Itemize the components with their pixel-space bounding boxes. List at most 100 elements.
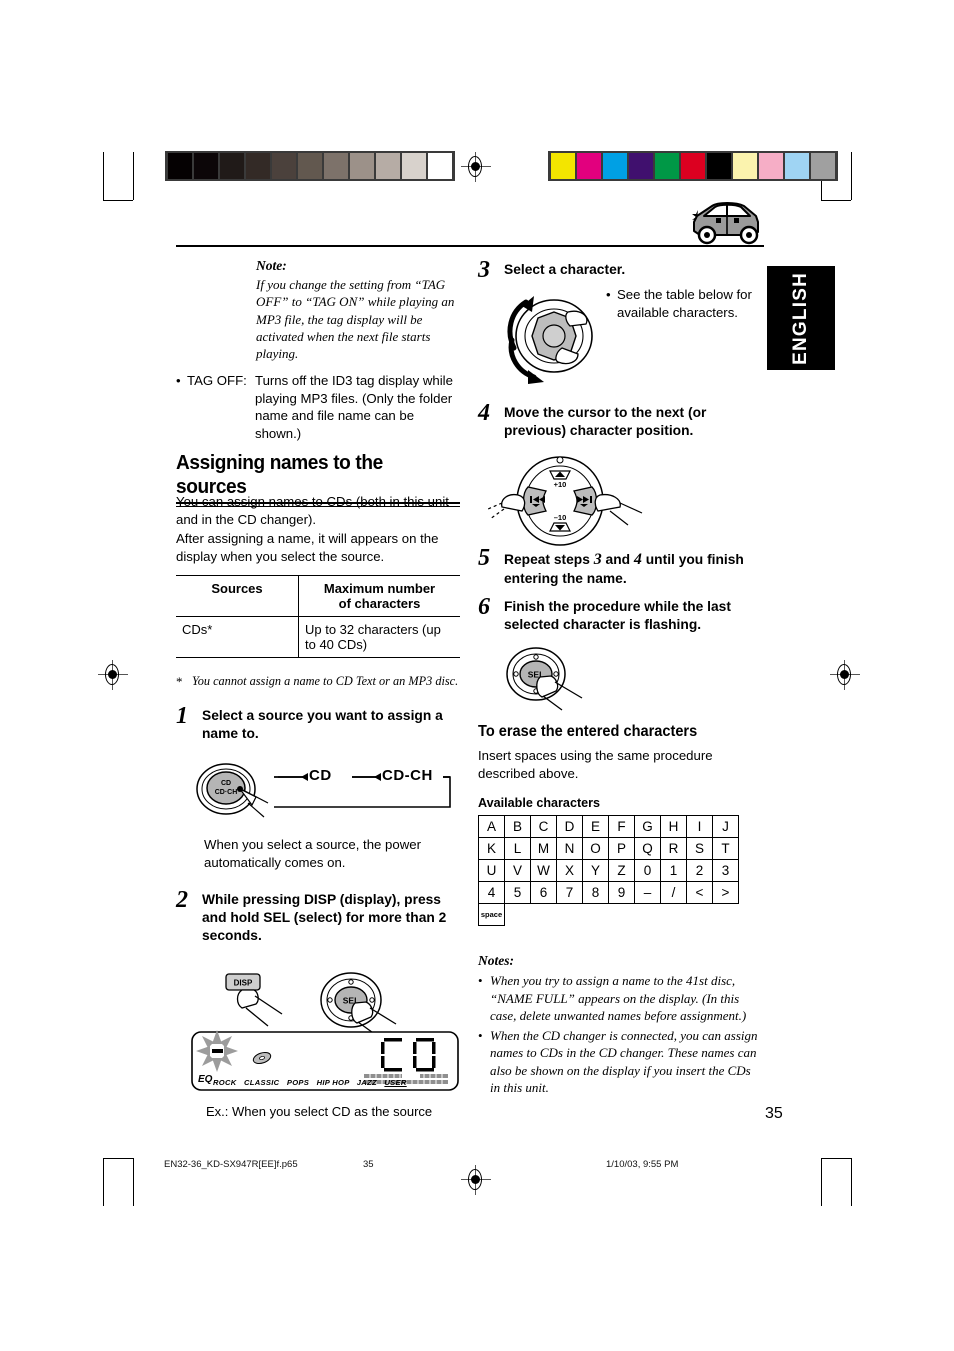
note-body: If you change the setting from “TAG OFF”… [256, 277, 455, 362]
eq-mode-jazz: JAZZ [356, 1078, 377, 1087]
eq-mode-hiphop: HIP HOP [316, 1078, 350, 1087]
grayscale-swatch-2 [220, 153, 244, 179]
table-cell-source: CDs* [176, 616, 299, 658]
crop-mark-bottom-left-outer [103, 1158, 104, 1206]
color-swatch-5 [681, 153, 705, 179]
language-tab-english: ENGLISH [767, 266, 835, 370]
footer-page: 35 [363, 1159, 374, 1170]
note-item: • When you try to assign a name to the 4… [478, 972, 762, 1025]
step-1: 1 Select a source you want to assign a n… [176, 704, 460, 743]
footnote-marker: * [176, 674, 183, 689]
char-cell: H [660, 815, 687, 838]
svg-text:+10: +10 [554, 480, 567, 489]
table-header-sources: Sources [176, 575, 299, 617]
grayscale-swatch-6 [324, 153, 348, 179]
eq-mode-pops: POPS [286, 1078, 310, 1087]
notes-section: Notes: • When you try to assign a name t… [478, 953, 762, 1097]
note-heading: Note: [256, 258, 287, 273]
char-cell: T [712, 837, 739, 860]
char-cell-empty [609, 904, 635, 926]
eq-modes: ROCK CLASSIC POPS HIP HOP JAZZ USER [213, 1078, 407, 1087]
char-cell: M [530, 837, 557, 860]
note-block: Note: If you change the setting from “TA… [256, 258, 460, 362]
char-cell: R [660, 837, 687, 860]
step-2-number: 2 [176, 887, 188, 913]
color-swatch-2 [603, 153, 627, 179]
registration-target-right [830, 660, 860, 690]
char-cell: U [478, 859, 505, 882]
registration-target-top [461, 152, 491, 182]
step-5-ref-3: 3 [593, 551, 602, 568]
color-swatch-8 [759, 153, 783, 179]
char-cell-empty [687, 904, 713, 926]
step-3-side-note-text: See the table below for available charac… [617, 287, 752, 320]
note-item-text: When you try to assign a name to the 41s… [490, 973, 747, 1024]
char-cell-empty [557, 904, 583, 926]
char-cell: 8 [582, 881, 609, 904]
step-3-text: Select a character. [504, 262, 626, 277]
char-cell: Q [634, 837, 661, 860]
char-cell: O [582, 837, 609, 860]
char-cell: C [530, 815, 557, 838]
crop-mark-left-horizontal [103, 200, 133, 201]
color-swatch-9 [785, 153, 809, 179]
grayscale-swatch-9 [402, 153, 426, 179]
step-4: 4 Move the cursor to the next (or previo… [478, 401, 762, 440]
step-2: 2 While pressing DISP (display), press a… [176, 888, 460, 946]
char-table-row: 4 5 6 7 8 9– / < > [478, 881, 739, 904]
table-cell-max: Up to 32 characters (up to 40 CDs) [298, 616, 460, 658]
registration-target-left [98, 660, 128, 690]
char-cell: K [478, 837, 505, 860]
tag-off-text: Turns off the ID3 tag display while play… [255, 373, 453, 441]
step-3-side-note: • See the table below for available char… [606, 286, 762, 321]
char-cell: S [686, 837, 713, 860]
erase-body: Insert spaces using the same procedure d… [478, 748, 713, 781]
char-cell-empty [635, 904, 661, 926]
erase-section: To erase the entered characters Insert s… [478, 723, 762, 782]
crop-mark-left-outer [103, 152, 104, 200]
crop-mark-bottom-right-horizontal [821, 1158, 851, 1159]
notes-heading: Notes: [478, 953, 514, 968]
step-5-text-part-1: Repeat steps [504, 552, 594, 567]
crop-mark-right-outer [851, 152, 852, 200]
page-number: 35 [765, 1105, 783, 1122]
table-header-max-characters: Maximum number of characters [298, 575, 460, 617]
crop-mark-bottom-left-horizontal [103, 1158, 133, 1159]
footnote-text: You cannot assign a name to CD Text or a… [192, 674, 459, 688]
color-swatch-6 [707, 153, 731, 179]
char-cell-empty [583, 904, 609, 926]
step-6-text: Finish the procedure while the last sele… [504, 599, 731, 633]
table-header-row: Sources Maximum number of characters [176, 575, 460, 617]
char-cell: V [504, 859, 531, 882]
intro-paragraph-2: After assigning a name, it will appears … [176, 531, 439, 564]
registration-target-bottom [461, 1165, 491, 1195]
table-header-max-line1: Maximum number [323, 581, 436, 596]
color-swatch-4 [655, 153, 679, 179]
char-cell: X [556, 859, 583, 882]
grayscale-swatch-10 [428, 153, 452, 179]
grayscale-swatch-0 [168, 153, 192, 179]
svg-text:–10: –10 [554, 513, 567, 522]
step-5: 5 Repeat steps 3 and 4 until you finish … [478, 546, 762, 588]
char-table-row: UVWXYZ0123 [478, 859, 739, 882]
char-cell: / [660, 881, 687, 904]
grayscale-swatch-8 [376, 153, 400, 179]
char-table-row: KLMNOPQRST [478, 837, 739, 860]
step-6: 6 Finish the procedure while the last se… [478, 595, 762, 634]
svg-text:CD: CD [221, 780, 231, 787]
step-3-number: 3 [478, 257, 490, 283]
step-2-display-panel [184, 1028, 460, 1099]
step-3: 3 Select a character. [478, 258, 762, 282]
char-cell: L [504, 837, 531, 860]
char-cell: 5 [504, 881, 531, 904]
erase-heading: To erase the entered characters [478, 723, 698, 740]
char-cell: 0 [634, 859, 661, 882]
bullet-glyph: • [176, 373, 181, 388]
step-1-flow-cd: CD [309, 767, 332, 784]
svg-text:DISP: DISP [234, 979, 253, 988]
char-cell-empty [505, 904, 531, 926]
step-2-caption: Ex.: When you select CD as the source [206, 1104, 433, 1119]
eq-mode-classic: CLASSIC [243, 1078, 280, 1087]
step-4-dial-diagram: +10 –10 [487, 451, 648, 554]
char-table-row: ABCDEFGHIJ [478, 815, 739, 838]
